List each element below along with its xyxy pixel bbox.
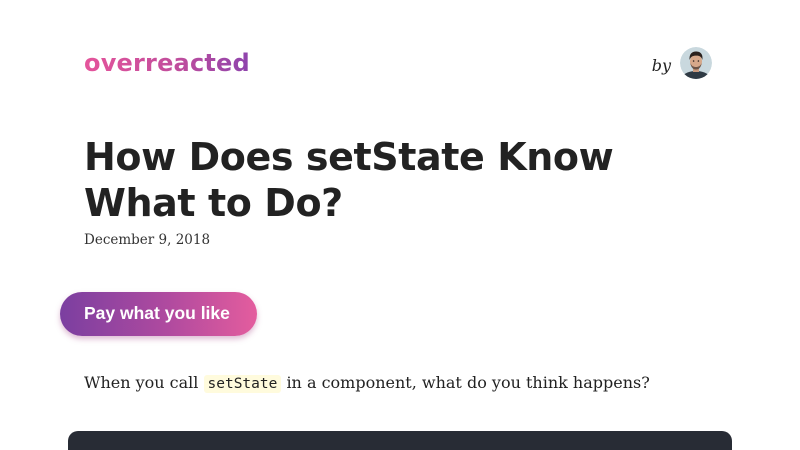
code-block [68,431,732,450]
byline: by [652,47,712,79]
author-avatar[interactable] [680,47,712,79]
avatar-icon [680,47,712,79]
article-date: December 9, 2018 [84,232,211,248]
inline-code-setstate: setState [203,375,282,393]
article-title: How Does setState Know What to Do? [84,135,614,225]
article-intro: When you call setState in a component, w… [84,370,650,397]
site-logo-link[interactable]: overreacted [84,46,250,80]
intro-text-before: When you call [84,373,199,392]
intro-text-after: in a component, what do you think happen… [286,373,650,392]
pay-what-you-like-button[interactable]: Pay what you like [60,292,257,336]
byline-text: by [651,55,671,75]
